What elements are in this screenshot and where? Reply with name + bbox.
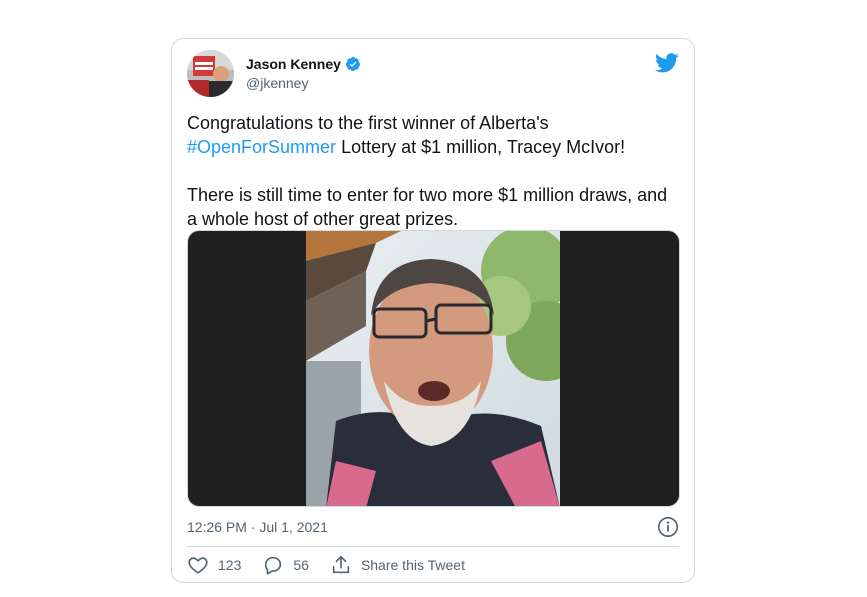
- author-info: Jason Kenney @jkenney: [246, 56, 361, 91]
- reply-button[interactable]: 56: [262, 554, 309, 576]
- profile-avatar[interactable]: [187, 50, 234, 97]
- tweet-header: Jason Kenney @jkenney: [187, 50, 679, 98]
- reply-bubble-icon: [265, 556, 282, 575]
- divider: [187, 546, 679, 547]
- like-count: 123: [218, 557, 242, 573]
- avatar-image: [187, 50, 234, 97]
- author-handle[interactable]: @jkenney: [246, 75, 361, 91]
- tweet-actions: 123 56 Share this Tweet: [187, 552, 486, 578]
- video-still-image: [306, 231, 560, 506]
- tweet-card: Jason Kenney @jkenney Congratulations to…: [171, 38, 695, 583]
- info-icon[interactable]: [657, 516, 679, 538]
- video-player[interactable]: [187, 230, 680, 507]
- video-frame: [306, 231, 560, 506]
- heart-icon: [188, 557, 208, 574]
- tweet-paragraph-2: There is still time to enter for two mor…: [187, 185, 668, 229]
- tweet-line-1: Congratulations to the first winner of A…: [187, 113, 549, 133]
- author-name[interactable]: Jason Kenney: [246, 56, 341, 72]
- share-button[interactable]: Share this Tweet: [330, 554, 465, 576]
- share-label: Share this Tweet: [360, 557, 465, 573]
- verified-badge-icon: [345, 57, 360, 71]
- twitter-bird-icon[interactable]: [655, 53, 679, 73]
- tweet-text: Congratulations to the first winner of A…: [187, 111, 677, 231]
- like-button[interactable]: 123: [187, 554, 241, 576]
- tweet-paragraph-1: Congratulations to the first winner of A…: [187, 111, 677, 159]
- hashtag-link[interactable]: #OpenForSummer: [187, 137, 336, 157]
- tweet-meta: 12:26 PM · Jul 1, 2021: [187, 517, 679, 537]
- tweet-timestamp[interactable]: 12:26 PM · Jul 1, 2021: [187, 519, 328, 535]
- tweet-line-2: Lottery at $1 million, Tracey McIvor!: [336, 137, 626, 157]
- reply-count: 56: [293, 557, 309, 573]
- share-upload-icon: [332, 555, 350, 574]
